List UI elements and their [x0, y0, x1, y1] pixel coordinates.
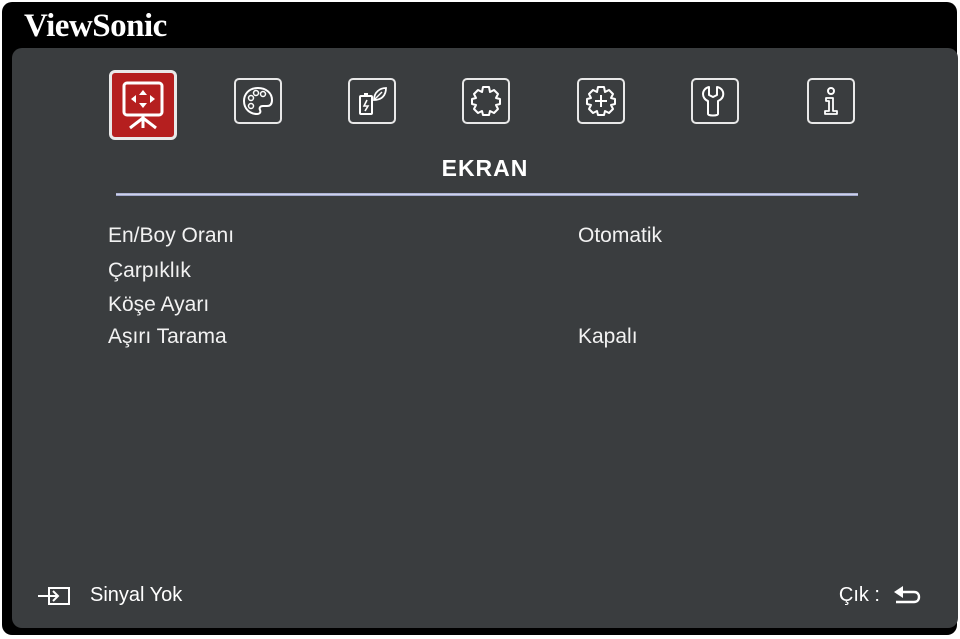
display-icon [122, 81, 164, 130]
exit-hint[interactable]: Çık : [839, 584, 922, 607]
menu-item-value: Kapalı [578, 325, 638, 348]
menu-item-label: En/Boy Oranı [108, 224, 235, 247]
menu-item-corner-adjust[interactable]: Köşe Ayarı [108, 290, 868, 324]
title-divider [116, 193, 858, 196]
section-title: EKRAN [441, 155, 529, 181]
exit-label: Çık : [838, 584, 880, 606]
menu-item-value: Otomatik [578, 224, 663, 247]
osd-window: ViewSonic EKRAN En/Boy Oranı Otomatik Ça… [2, 2, 958, 635]
menu-item-overscan[interactable]: Aşırı Tarama Kapalı [108, 322, 868, 356]
tab-information[interactable] [807, 78, 855, 124]
palette-icon [242, 86, 274, 116]
advanced-gear-icon [586, 86, 616, 116]
signal-status-text: Sinyal Yok [90, 584, 183, 606]
brand-logo: ViewSonic [24, 8, 167, 44]
tab-maintenance[interactable] [691, 78, 739, 124]
menu-item-label: Köşe Ayarı [108, 293, 210, 316]
tab-basic-settings[interactable] [462, 78, 510, 124]
tab-display[interactable] [109, 70, 177, 140]
menu-item-aspect-ratio[interactable]: En/Boy Oranı Otomatik [108, 221, 868, 255]
menu-item-keystone[interactable]: Çarpıklık [108, 256, 868, 290]
info-icon [824, 87, 838, 115]
wrench-icon [702, 86, 725, 117]
input-source-icon [38, 586, 70, 605]
tab-power-management[interactable] [348, 78, 396, 124]
menu-panel: EKRAN En/Boy Oranı Otomatik Çarpıklık Kö… [12, 48, 958, 628]
gear-icon [471, 86, 501, 116]
menu-item-label: Aşırı Tarama [108, 325, 227, 348]
power-leaf-icon [359, 87, 387, 115]
menu-item-label: Çarpıklık [108, 259, 191, 282]
tab-image-settings[interactable] [234, 78, 282, 124]
back-arrow-icon [894, 585, 921, 603]
signal-status: Sinyal Yok [36, 584, 182, 607]
tab-bar [12, 48, 958, 148]
tab-advanced-settings[interactable] [577, 78, 625, 124]
